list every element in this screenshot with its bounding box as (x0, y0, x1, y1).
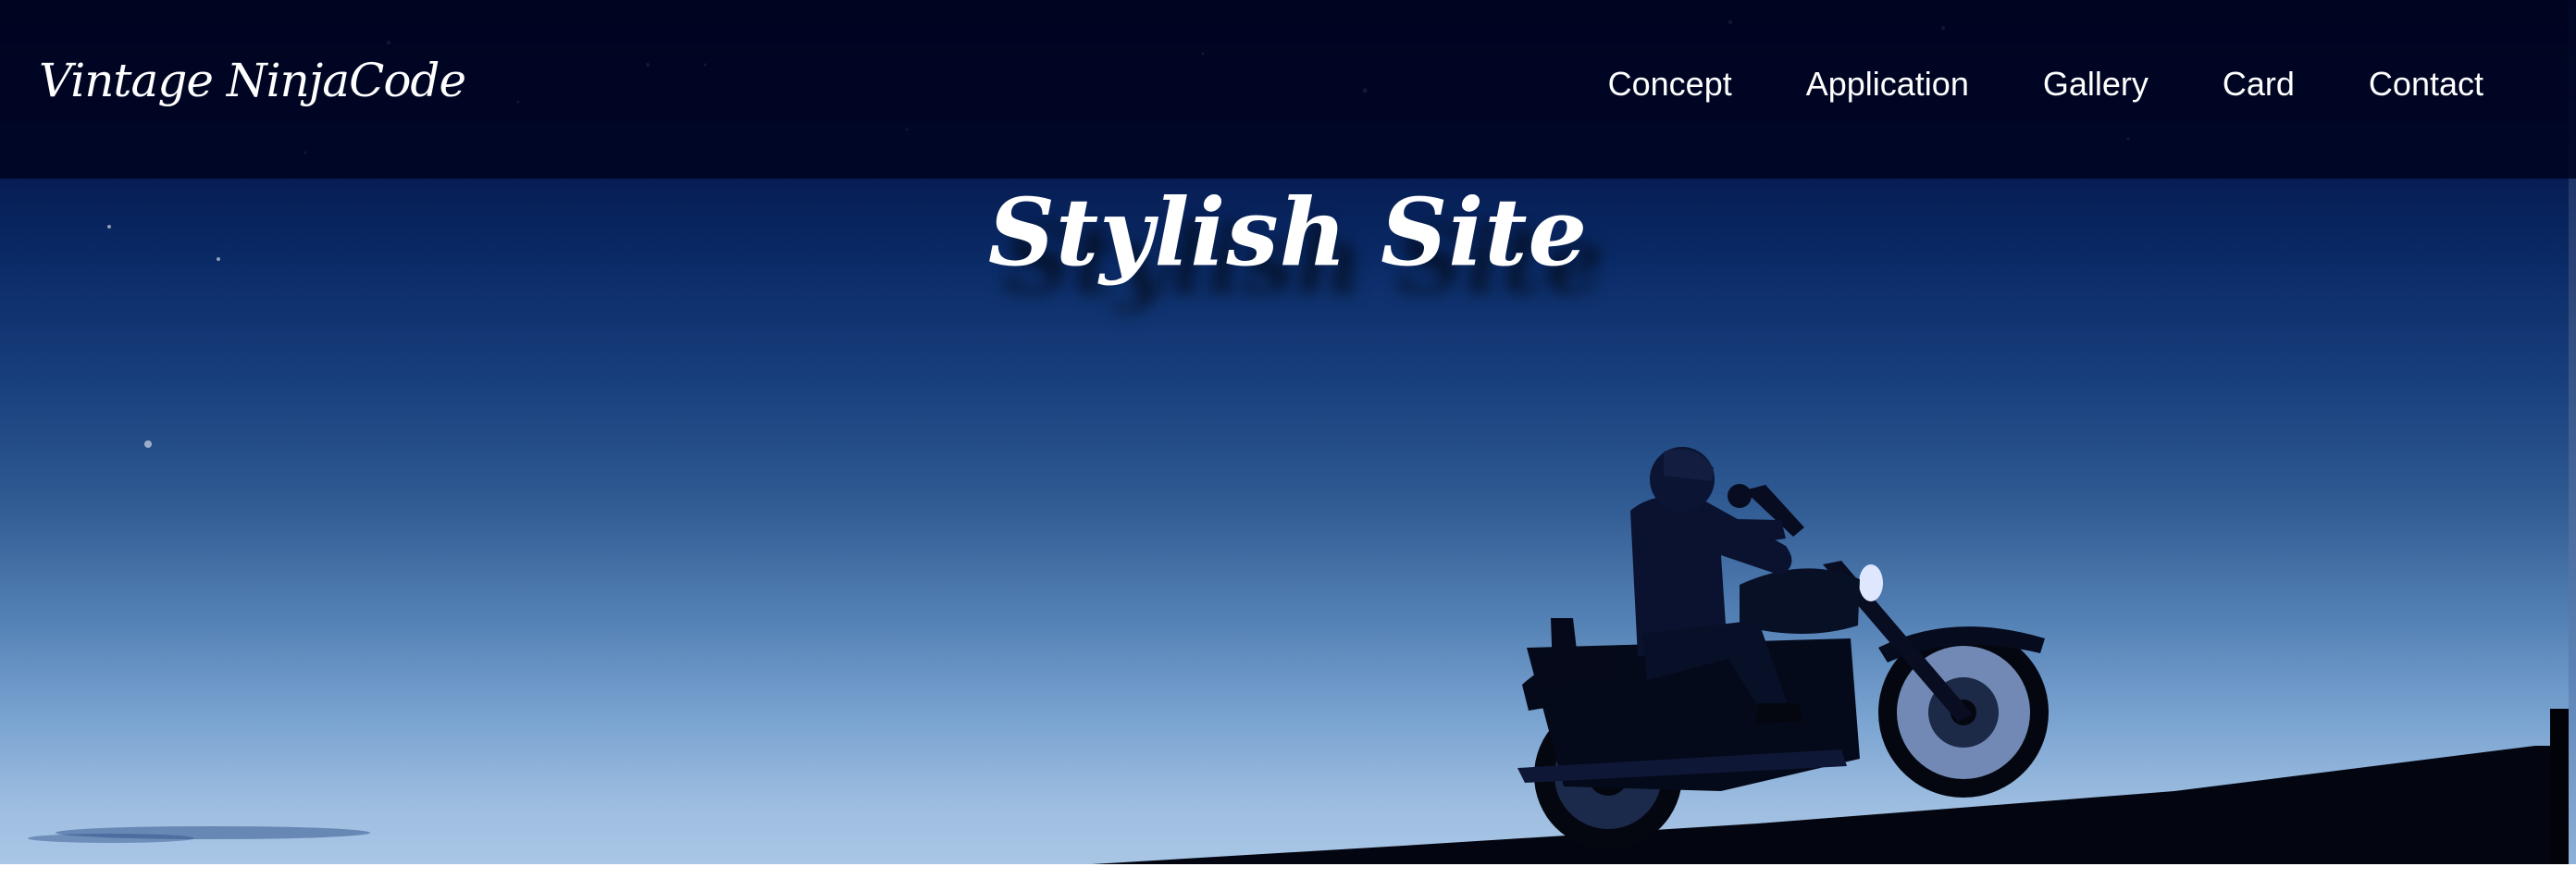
site-logo[interactable]: Vintage NinjaCode (39, 54, 466, 107)
main-nav: Concept Application Gallery Card Contact (1608, 65, 2483, 104)
nav-item-gallery[interactable]: Gallery (2043, 65, 2149, 104)
hero-title: Stylish Site (987, 178, 1589, 287)
page: Stylish Site Vintage NinjaCode Concept A… (0, 0, 2576, 879)
site-header: Vintage NinjaCode Concept Application Ga… (0, 0, 2576, 179)
nav-item-card[interactable]: Card (2223, 65, 2295, 104)
nav-item-contact[interactable]: Contact (2369, 65, 2483, 104)
motorcycle-silhouette (1517, 447, 2049, 849)
nav-item-application[interactable]: Application (1806, 65, 1969, 104)
nav-item-concept[interactable]: Concept (1608, 65, 1732, 104)
